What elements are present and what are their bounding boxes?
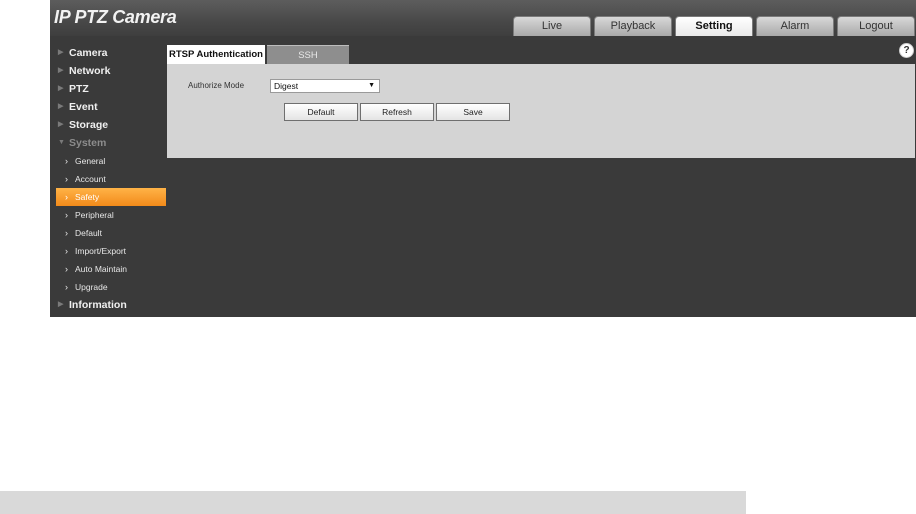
triangle-right-icon: ▶ bbox=[58, 103, 64, 110]
app-title: IP PTZ Camera bbox=[54, 7, 177, 27]
authorize-mode-value: Digest bbox=[274, 81, 299, 91]
tab-rtsp-authentication[interactable]: RTSP Authentication bbox=[167, 45, 265, 64]
triangle-right-icon: ▶ bbox=[58, 85, 64, 92]
sidebar-subitem-label: Account bbox=[75, 174, 106, 184]
chevron-right-icon: › bbox=[65, 282, 68, 292]
help-icon[interactable]: ? bbox=[899, 43, 914, 58]
authorize-mode-select[interactable]: Digest ▼ bbox=[270, 79, 380, 93]
tab-logout[interactable]: Logout bbox=[837, 16, 915, 36]
sidebar-item-label: PTZ bbox=[69, 83, 89, 95]
sidebar-item-label: System bbox=[69, 137, 107, 149]
sidebar-subitem-label: Safety bbox=[75, 192, 100, 202]
sidebar-item-network[interactable]: ▶ Network bbox=[56, 62, 166, 80]
chevron-right-icon: › bbox=[65, 210, 68, 220]
sidebar-item-event[interactable]: ▶ Event bbox=[56, 98, 166, 116]
sidebar-subitem-label: Default bbox=[75, 228, 102, 238]
save-button[interactable]: Save bbox=[436, 103, 510, 121]
sidebar-subitem-label: General bbox=[75, 156, 106, 166]
refresh-button[interactable]: Refresh bbox=[360, 103, 434, 121]
triangle-right-icon: ▶ bbox=[58, 121, 64, 128]
sidebar-subitem-general[interactable]: › General bbox=[56, 152, 166, 170]
sidebar-subitem-label: Upgrade bbox=[75, 282, 108, 292]
tab-live[interactable]: Live bbox=[513, 16, 591, 36]
sidebar-item-label: Camera bbox=[69, 47, 108, 59]
dropdown-arrow-icon: ▼ bbox=[368, 82, 375, 89]
sidebar-item-label: Network bbox=[69, 65, 111, 77]
default-button[interactable]: Default bbox=[284, 103, 358, 121]
sidebar-subitem-safety[interactable]: › Safety bbox=[56, 188, 166, 206]
sidebar-item-information[interactable]: ▶ Information bbox=[56, 296, 166, 314]
chevron-right-icon: › bbox=[65, 246, 68, 256]
sidebar-subitem-label: Peripheral bbox=[75, 210, 114, 220]
tab-ssh[interactable]: SSH bbox=[267, 45, 349, 64]
triangle-down-icon: ▼ bbox=[58, 139, 65, 146]
chevron-right-icon: › bbox=[65, 264, 68, 274]
chevron-right-icon: › bbox=[65, 228, 68, 238]
sidebar-subitem-label: Auto Maintain bbox=[75, 264, 127, 274]
settings-panel: Authorize Mode Digest ▼ Default Refresh … bbox=[167, 64, 915, 158]
chevron-right-icon: › bbox=[65, 192, 68, 202]
authorize-mode-label: Authorize Mode bbox=[188, 81, 245, 90]
sidebar-item-label: Event bbox=[69, 101, 98, 113]
sidebar-subitem-auto-maintain[interactable]: › Auto Maintain bbox=[56, 260, 166, 278]
sidebar-subitem-account[interactable]: › Account bbox=[56, 170, 166, 188]
tab-setting[interactable]: Setting bbox=[675, 16, 753, 36]
sidebar-subitem-peripheral[interactable]: › Peripheral bbox=[56, 206, 166, 224]
sidebar: ▶ Camera ▶ Network ▶ PTZ ▶ Event ▶ Stora… bbox=[56, 44, 166, 314]
sidebar-item-system[interactable]: ▼ System bbox=[56, 134, 166, 152]
sidebar-item-label: Storage bbox=[69, 119, 109, 131]
header-bar: IP PTZ Camera Live Playback Setting Alar… bbox=[50, 0, 916, 36]
sidebar-subitem-import-export[interactable]: › Import/Export bbox=[56, 242, 166, 260]
sidebar-item-camera[interactable]: ▶ Camera bbox=[56, 44, 166, 62]
tab-alarm[interactable]: Alarm bbox=[756, 16, 834, 36]
chevron-right-icon: › bbox=[65, 156, 68, 166]
sidebar-item-storage[interactable]: ▶ Storage bbox=[56, 116, 166, 134]
sidebar-subitem-default[interactable]: › Default bbox=[56, 224, 166, 242]
sidebar-item-label: Information bbox=[69, 299, 127, 311]
triangle-right-icon: ▶ bbox=[58, 49, 64, 56]
sidebar-subitem-upgrade[interactable]: › Upgrade bbox=[56, 278, 166, 296]
sidebar-subitem-label: Import/Export bbox=[75, 246, 127, 256]
footer-bar bbox=[0, 491, 746, 514]
tab-playback[interactable]: Playback bbox=[594, 16, 672, 36]
triangle-right-icon: ▶ bbox=[58, 301, 64, 308]
chevron-right-icon: › bbox=[65, 174, 68, 184]
triangle-right-icon: ▶ bbox=[58, 67, 64, 74]
app-window: IP PTZ Camera Live Playback Setting Alar… bbox=[50, 0, 916, 317]
sidebar-item-ptz[interactable]: ▶ PTZ bbox=[56, 80, 166, 98]
